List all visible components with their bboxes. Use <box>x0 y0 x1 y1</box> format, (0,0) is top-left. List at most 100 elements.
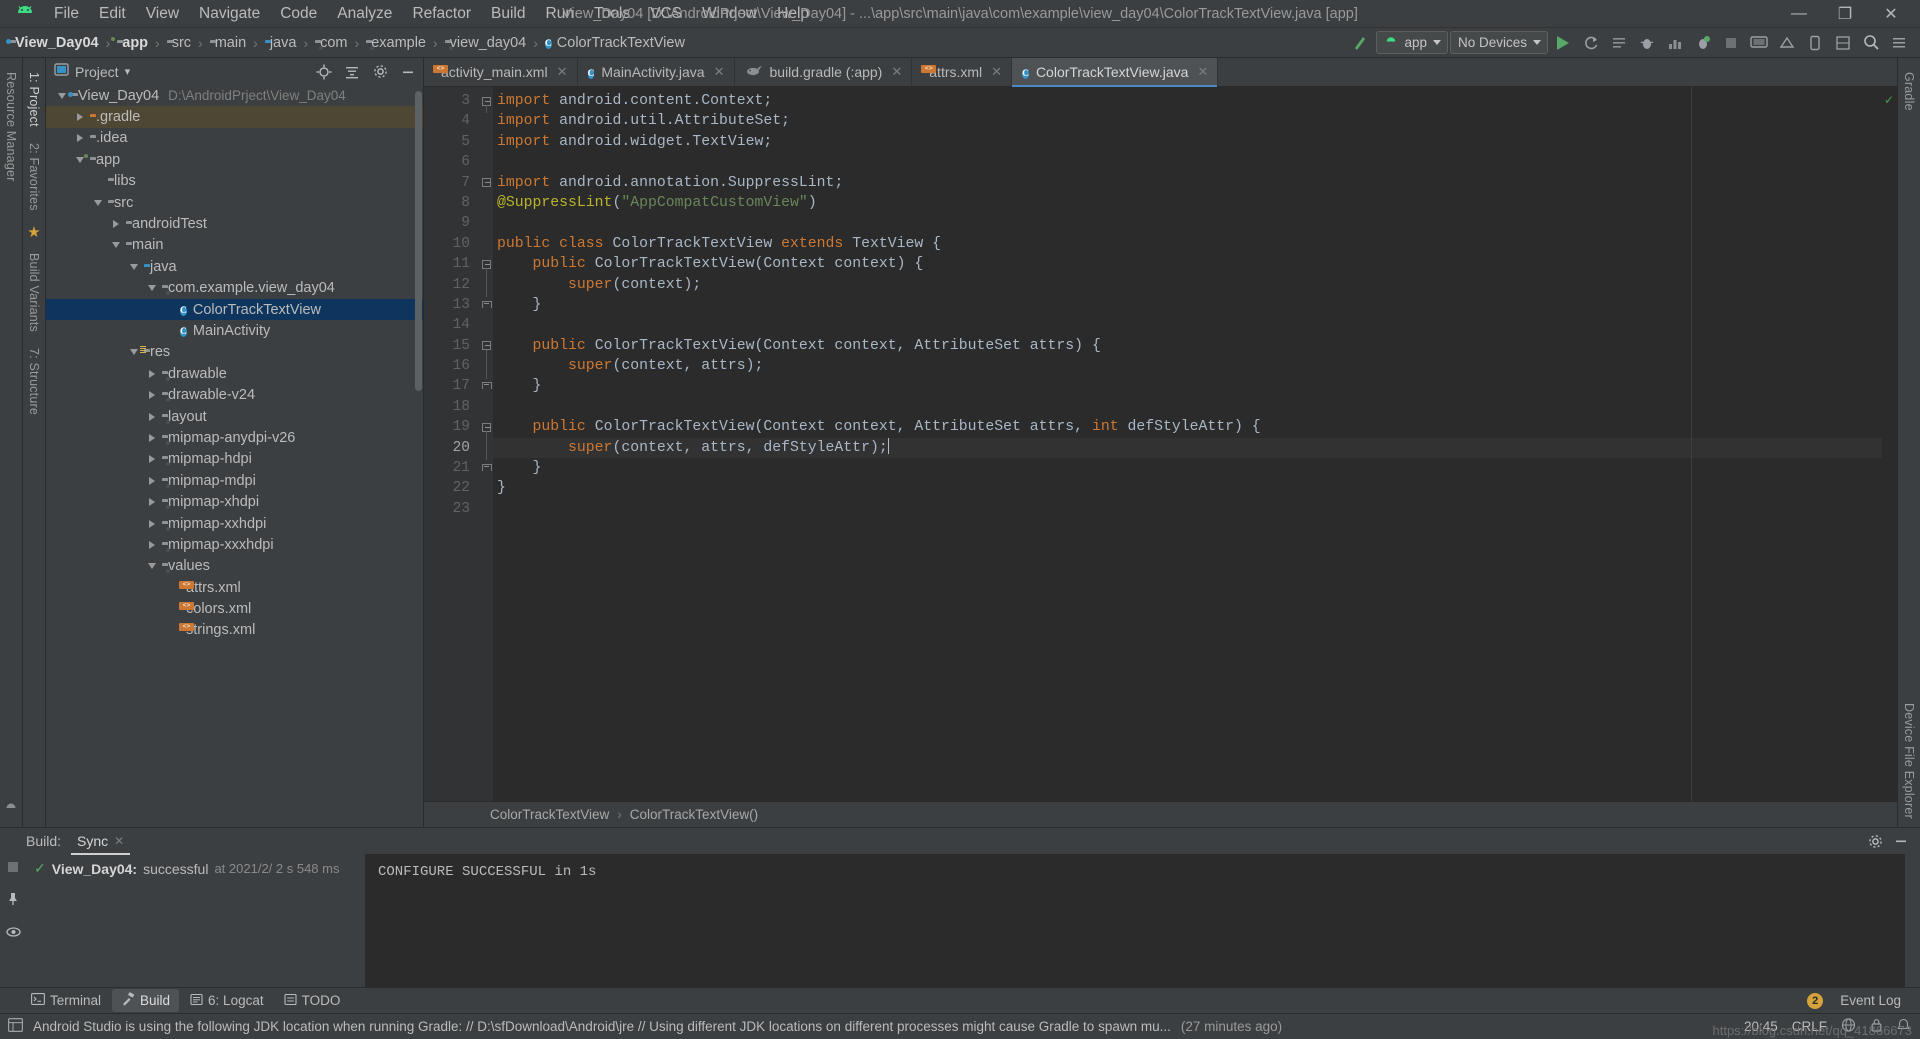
stop-button[interactable] <box>1718 31 1744 55</box>
tree-toggle-collapsed-icon[interactable] <box>144 412 160 421</box>
tree-item-res[interactable]: res <box>46 342 423 363</box>
sync-gradle-icon[interactable] <box>1348 31 1374 55</box>
code-line[interactable] <box>493 213 1882 233</box>
tree-item-mipmap-xhdpi[interactable]: mipmap-xhdpi <box>46 491 423 512</box>
breadcrumb-class[interactable]: ColorTrackTextView <box>490 807 609 822</box>
tree-item--idea[interactable]: .idea <box>46 128 423 149</box>
close-icon[interactable]: ✕ <box>1197 64 1208 80</box>
breadcrumb-item-view-day04[interactable]: view_day04 <box>443 34 529 52</box>
tool-window-project[interactable]: 1: Project <box>27 72 41 127</box>
tree-toggle-collapsed-icon[interactable] <box>144 476 160 485</box>
tree-toggle-collapsed-icon[interactable] <box>72 134 88 143</box>
debug-button[interactable] <box>1634 31 1660 55</box>
tree-item-mipmap-hdpi[interactable]: mipmap-hdpi <box>46 449 423 470</box>
minimize-button[interactable]: — <box>1776 1 1822 27</box>
menu-more-icon[interactable] <box>1886 31 1912 55</box>
collapse-all-icon[interactable] <box>341 61 363 83</box>
breadcrumb-item-main[interactable]: main <box>208 34 248 52</box>
tree-item-mipmap-mdpi[interactable]: mipmap-mdpi <box>46 470 423 491</box>
editor-tab-build-gradle-app-[interactable]: build.gradle (:app) ✕ <box>735 58 913 86</box>
menu-edit[interactable]: Edit <box>89 2 136 26</box>
editor-tab-activity-main-xml[interactable]: activity_main.xml ✕ <box>424 58 578 86</box>
menu-code[interactable]: Code <box>270 2 327 26</box>
tree-toggle-expanded-icon[interactable] <box>90 199 106 206</box>
code-folding-column[interactable] <box>479 87 493 801</box>
code-line[interactable]: } <box>493 478 1882 498</box>
settings-gear-icon[interactable] <box>1864 830 1886 852</box>
tree-toggle-collapsed-icon[interactable] <box>144 391 160 400</box>
tree-item-view-day04[interactable]: View_Day04 D:\AndroidPrject\View_Day04 <box>46 85 423 106</box>
tree-item-drawable-v24[interactable]: drawable-v24 <box>46 384 423 405</box>
device-selector[interactable]: No Devices <box>1449 31 1548 54</box>
build-output-scrollbar[interactable] <box>1905 854 1920 987</box>
chevron-down-icon[interactable]: ▾ <box>125 65 131 78</box>
tool-window-device-file-explorer[interactable]: Device File Explorer <box>1902 703 1916 819</box>
fold-end-icon[interactable] <box>479 458 493 478</box>
tool-window-favorites[interactable]: 2: Favorites <box>27 143 41 211</box>
fold-expanded-icon[interactable] <box>479 173 493 193</box>
breadcrumb-item-com[interactable]: com <box>313 34 349 52</box>
tree-item-libs[interactable]: libs <box>46 171 423 192</box>
settings-gear-icon[interactable] <box>369 61 391 83</box>
tool-window-gradle[interactable]: Gradle <box>1902 72 1916 111</box>
code-line[interactable]: super(context); <box>493 275 1882 295</box>
code-line[interactable]: } <box>493 458 1882 478</box>
avd-device-icon[interactable] <box>1802 31 1828 55</box>
tree-item-strings-xml[interactable]: strings.xml <box>46 620 423 641</box>
tree-toggle-expanded-icon[interactable] <box>144 563 160 570</box>
tree-toggle-expanded-icon[interactable] <box>126 263 142 270</box>
build-output-console[interactable]: CONFIGURE SUCCESSFUL in 1s <box>366 854 1905 987</box>
breadcrumb-item-src[interactable]: src <box>165 34 193 52</box>
code-line[interactable] <box>493 499 1882 519</box>
tree-item-app[interactable]: app <box>46 149 423 170</box>
tool-window-build[interactable]: Build <box>112 989 180 1012</box>
tree-toggle-collapsed-icon[interactable] <box>144 369 160 378</box>
profiler-icon[interactable] <box>1662 31 1688 55</box>
locate-file-icon[interactable] <box>313 61 335 83</box>
code-line[interactable]: public ColorTrackTextView(Context contex… <box>493 336 1882 356</box>
pin-icon[interactable] <box>6 892 20 911</box>
build-result-tree[interactable]: ✓ View_Day04: successful at 2021/2/ 2 s … <box>26 854 366 987</box>
editor-tab-colortracktextview-java[interactable]: C ColorTrackTextView.java ✕ <box>1012 58 1219 87</box>
stop-build-icon[interactable] <box>7 860 19 878</box>
tool-window-event-log[interactable]: Event Log <box>1831 990 1910 1011</box>
apply-code-changes-icon[interactable] <box>1606 31 1632 55</box>
error-stripe-markers[interactable]: ✓ <box>1882 87 1897 801</box>
tree-item-androidtest[interactable]: androidTest <box>46 213 423 234</box>
code-line[interactable]: super(context, attrs, defStyleAttr); <box>493 437 1882 459</box>
code-line[interactable]: } <box>493 295 1882 315</box>
tool-window-terminal[interactable]: Terminal <box>22 990 110 1011</box>
code-line[interactable]: @SuppressLint("AppCompatCustomView") <box>493 193 1882 213</box>
close-icon[interactable]: ✕ <box>991 64 1002 80</box>
close-icon[interactable]: ✕ <box>891 64 902 80</box>
menu-analyze[interactable]: Analyze <box>327 2 402 26</box>
tree-item-java[interactable]: java <box>46 256 423 277</box>
maximize-button[interactable]: ❐ <box>1822 1 1868 27</box>
tool-window-structure[interactable]: 7: Structure <box>27 348 41 415</box>
tree-item-mipmap-anydpi-v26[interactable]: mipmap-anydpi-v26 <box>46 427 423 448</box>
layout-inspector-icon[interactable] <box>1830 31 1856 55</box>
breadcrumb-item-java[interactable]: java <box>263 34 299 52</box>
tree-toggle-collapsed-icon[interactable] <box>144 540 160 549</box>
tree-toggle-expanded-icon[interactable] <box>144 285 160 292</box>
build-tab-sync[interactable]: Sync ✕ <box>71 830 131 855</box>
tree-toggle-expanded-icon[interactable] <box>108 242 124 249</box>
close-icon[interactable]: ✕ <box>557 64 568 80</box>
tree-item-layout[interactable]: layout <box>46 406 423 427</box>
breadcrumb-item-class[interactable]: C ColorTrackTextView <box>543 33 687 53</box>
menu-window[interactable]: Window <box>692 2 767 26</box>
menu-help[interactable]: Help <box>767 2 819 26</box>
breadcrumb-item-app[interactable]: app <box>111 34 150 52</box>
editor-tab-attrs-xml[interactable]: attrs.xml ✕ <box>912 58 1013 86</box>
editor-tab-mainactivity-java[interactable]: C MainActivity.java ✕ <box>578 58 735 86</box>
code-line[interactable]: import android.widget.TextView; <box>493 132 1882 152</box>
code-line[interactable]: public ColorTrackTextView(Context contex… <box>493 254 1882 274</box>
code-line[interactable] <box>493 315 1882 335</box>
tool-window-todo[interactable]: TODO <box>275 990 350 1012</box>
close-icon[interactable]: ✕ <box>114 834 124 848</box>
fold-end-icon[interactable] <box>479 295 493 315</box>
avd-manager-icon[interactable] <box>1746 31 1772 55</box>
apply-changes-icon[interactable] <box>1578 31 1604 55</box>
close-button[interactable]: ✕ <box>1868 1 1914 27</box>
run-button[interactable] <box>1550 31 1576 55</box>
